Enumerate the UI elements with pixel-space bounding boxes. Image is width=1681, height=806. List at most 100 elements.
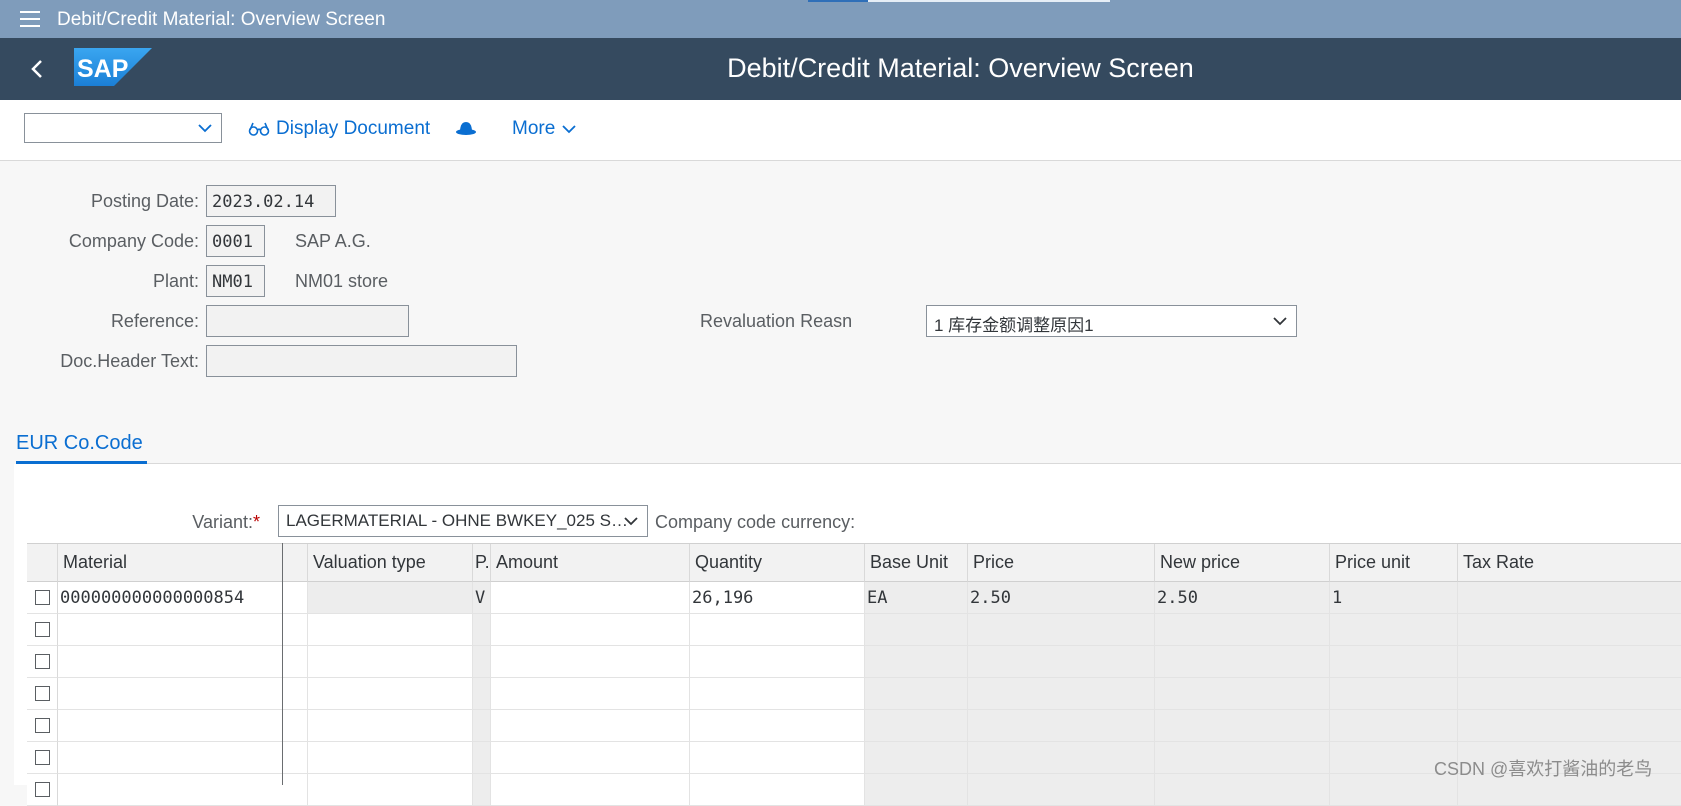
row-checkbox[interactable] <box>35 750 50 765</box>
cell-valuation-type[interactable] <box>308 710 473 742</box>
cell-material[interactable] <box>58 774 308 806</box>
row-checkbox[interactable] <box>35 654 50 669</box>
row-checkbox[interactable] <box>35 718 50 733</box>
cell-quantity[interactable] <box>690 678 865 710</box>
cell-amount[interactable] <box>491 774 690 806</box>
cell-p <box>473 710 491 742</box>
row-selector[interactable] <box>27 774 58 806</box>
page-title: Debit/Credit Material: Overview Screen <box>727 53 1194 83</box>
cell-amount[interactable] <box>491 646 690 678</box>
cell-material[interactable] <box>58 646 308 678</box>
cell-material[interactable] <box>58 678 308 710</box>
variant-label: Variant:* <box>192 512 260 532</box>
row-selector[interactable] <box>27 678 58 710</box>
reference-input[interactable] <box>206 305 409 337</box>
column-header-price[interactable]: Price <box>968 544 1155 582</box>
services-button[interactable] <box>455 120 477 136</box>
cell-p <box>473 742 491 774</box>
doc-header-text-label: Doc.Header Text: <box>60 351 199 371</box>
cell-new-price <box>1155 678 1330 710</box>
hat-icon <box>456 122 476 135</box>
company-code-input[interactable]: 0001 <box>206 225 265 257</box>
cell-amount[interactable] <box>491 710 690 742</box>
cell-valuation-type[interactable] <box>308 742 473 774</box>
column-header-base-unit[interactable]: Base Unit <box>865 544 968 582</box>
row-checkbox[interactable] <box>35 686 50 701</box>
row-selector[interactable] <box>27 742 58 774</box>
company-code-currency-label: Company code currency: <box>655 512 856 532</box>
company-code-description: SAP A.G. <box>295 231 371 251</box>
reference-label: Reference: <box>110 311 199 331</box>
chevron-down-icon <box>198 124 212 133</box>
row-checkbox[interactable] <box>35 622 50 637</box>
cell-price-unit <box>1330 646 1458 678</box>
cell-amount[interactable] <box>491 742 690 774</box>
doc-header-text-input[interactable] <box>206 345 517 377</box>
cell-material[interactable]: 000000000000000854 <box>58 582 308 614</box>
cell-quantity[interactable] <box>690 774 865 806</box>
variant-select[interactable]: LAGERMATERIAL - OHNE BWKEY_025 S… <box>278 505 648 537</box>
cell-amount[interactable] <box>491 678 690 710</box>
column-header-quantity[interactable]: Quantity <box>690 544 865 582</box>
cell-price: 2.50 <box>968 582 1155 614</box>
cell-p <box>473 774 491 806</box>
tab-strip: EUR Co.Code <box>16 428 1681 464</box>
row-selector[interactable] <box>27 582 58 614</box>
cell-material[interactable] <box>58 614 308 646</box>
column-header-tax-rate[interactable]: Tax Rate <box>1458 544 1681 582</box>
more-button[interactable]: More <box>512 118 577 140</box>
cell-base-unit: EA <box>865 582 968 614</box>
command-select[interactable] <box>24 113 222 143</box>
cell-price-unit <box>1330 710 1458 742</box>
cell-tax-rate <box>1458 646 1681 678</box>
cell-quantity[interactable] <box>690 742 865 774</box>
cell-base-unit <box>865 678 968 710</box>
cell-new-price: 2.50 <box>1155 582 1330 614</box>
cell-quantity[interactable] <box>690 614 865 646</box>
cell-price <box>968 646 1155 678</box>
chevron-down-icon <box>562 125 576 134</box>
toolbar: Display Document More <box>0 100 1681 161</box>
column-header-price-unit[interactable]: Price unit <box>1330 544 1458 582</box>
cell-material[interactable] <box>58 710 308 742</box>
posting-date-input[interactable]: 2023.02.14 <box>206 185 336 217</box>
cell-quantity[interactable] <box>690 710 865 742</box>
cell-price <box>968 678 1155 710</box>
row-checkbox[interactable] <box>35 590 50 605</box>
cell-tax-rate <box>1458 678 1681 710</box>
cell-valuation-type[interactable] <box>308 614 473 646</box>
column-header-material[interactable]: Material <box>58 544 308 582</box>
cell-valuation-type[interactable] <box>308 774 473 806</box>
cell-base-unit <box>865 710 968 742</box>
menu-icon[interactable] <box>20 11 40 27</box>
chevron-down-icon <box>1273 317 1287 326</box>
row-selector[interactable] <box>27 646 58 678</box>
cell-valuation-type[interactable] <box>308 678 473 710</box>
cell-base-unit <box>865 774 968 806</box>
column-header-new-price[interactable]: New price <box>1155 544 1330 582</box>
cell-amount[interactable] <box>491 582 690 614</box>
select-all-header[interactable] <box>27 544 58 582</box>
display-document-button[interactable]: Display Document <box>248 118 430 140</box>
cell-tax-rate <box>1458 710 1681 742</box>
tab-eur-co-code[interactable]: EUR Co.Code <box>16 428 147 464</box>
watermark: CSDN @喜欢打酱油的老鸟 <box>1434 759 1653 779</box>
column-header-p[interactable]: P. <box>473 544 491 582</box>
row-selector[interactable] <box>27 710 58 742</box>
cell-new-price <box>1155 774 1330 806</box>
cell-price-unit <box>1330 614 1458 646</box>
revaluation-reason-value: 1 库存金额调整原因1 <box>934 316 1094 335</box>
column-header-valuation-type[interactable]: Valuation type <box>308 544 473 582</box>
row-checkbox[interactable] <box>35 782 50 797</box>
cell-price <box>968 710 1155 742</box>
row-selector[interactable] <box>27 614 58 646</box>
cell-material[interactable] <box>58 742 308 774</box>
plant-input[interactable]: NM01 <box>206 265 265 297</box>
cell-amount[interactable] <box>491 614 690 646</box>
cell-price-unit: 1 <box>1330 582 1458 614</box>
revaluation-reason-select[interactable]: 1 库存金额调整原因1 <box>926 305 1297 337</box>
column-header-amount[interactable]: Amount <box>491 544 690 582</box>
cell-quantity[interactable] <box>690 646 865 678</box>
cell-quantity[interactable]: 26,196 <box>690 582 865 614</box>
cell-valuation-type[interactable] <box>308 646 473 678</box>
